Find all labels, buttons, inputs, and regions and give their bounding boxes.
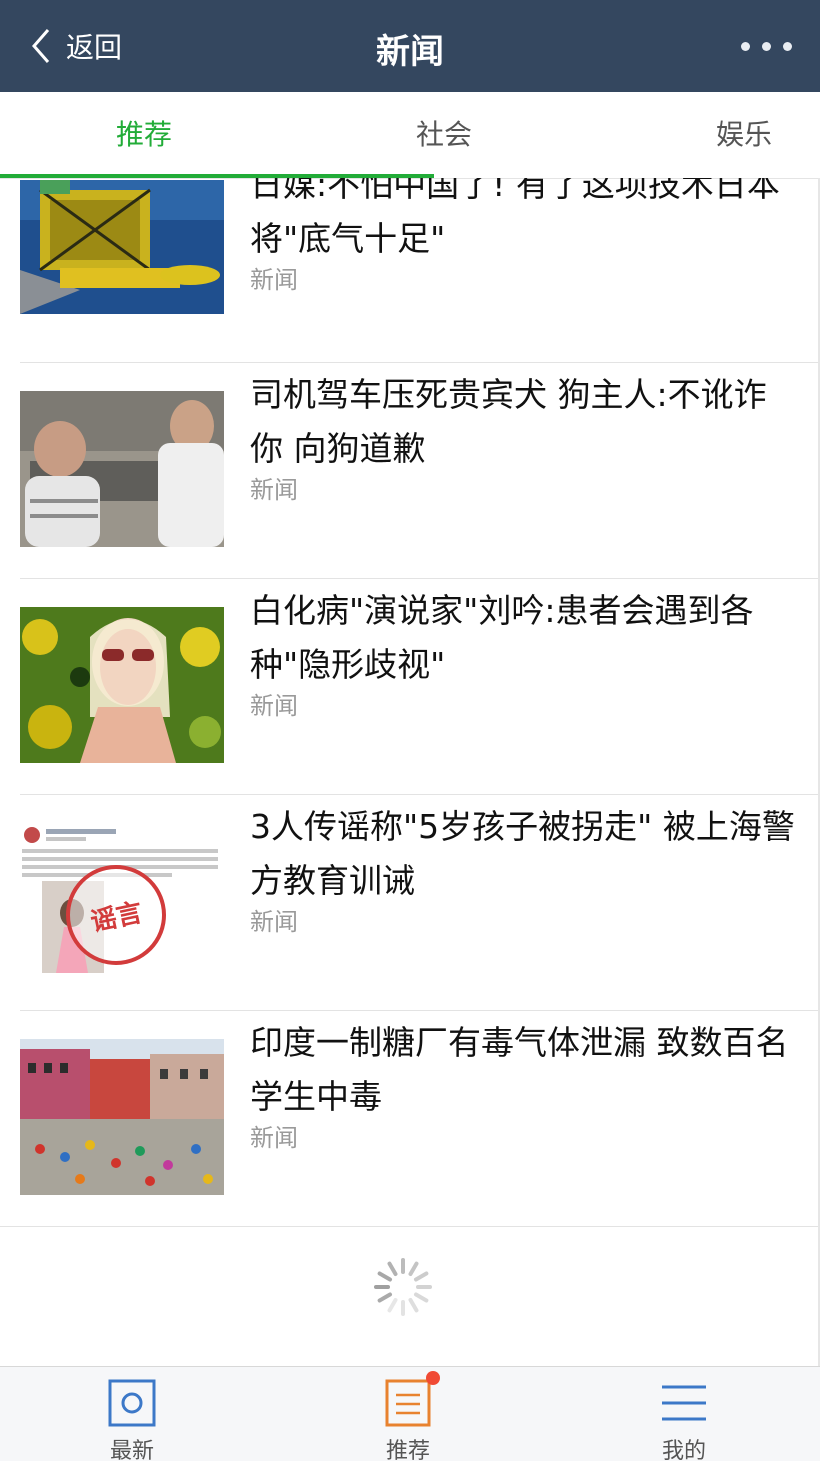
notification-badge — [426, 1371, 440, 1385]
news-thumbnail — [20, 391, 224, 547]
divider — [0, 1226, 818, 1227]
news-thumbnail — [20, 180, 224, 314]
news-item[interactable]: 谣言 3人传谣称"5岁孩子被拐走" 被上海警方教育训诫 新闻 — [0, 795, 818, 1011]
page-title: 新闻 — [376, 32, 444, 72]
menu-lines-icon — [662, 1385, 706, 1421]
news-item[interactable]: 司机驾车压死贵宾犬 狗主人:不讹诈你 向狗道歉 新闻 — [0, 363, 818, 579]
news-thumbnail: 谣言 — [20, 823, 224, 979]
nav-latest[interactable]: 最新 — [72, 1367, 192, 1464]
news-headline: 3人传谣称"5岁孩子被拐走" 被上海警方教育训诫 — [250, 807, 795, 900]
news-source: 新闻 — [250, 1124, 298, 1152]
news-source: 新闻 — [250, 476, 298, 504]
category-tabs: 推荐 社会 娱乐 — [0, 92, 820, 179]
news-headline: 白化病"演说家"刘吟:患者会遇到各种"隐形歧视" — [250, 591, 754, 684]
news-source: 新闻 — [250, 908, 298, 936]
nav-recommend-label: 推荐 — [385, 1439, 430, 1464]
tab-recommend[interactable]: 推荐 — [44, 92, 244, 178]
news-thumbnail — [20, 607, 224, 763]
news-item[interactable]: 日媒:不怕中国了! 有了这项技术日本将"底气十足" 新闻 — [0, 178, 818, 374]
news-headline: 日媒:不怕中国了! 有了这项技术日本将"底气十足" — [250, 178, 780, 258]
recommend-icon — [385, 1379, 431, 1427]
news-list[interactable]: 日媒:不怕中国了! 有了这项技术日本将"底气十足" 新闻 司机驾车压死贵宾犬 狗… — [0, 178, 820, 1366]
news-source: 新闻 — [250, 692, 298, 720]
news-headline: 印度一制糖厂有毒气体泄漏 致数百名学生中毒 — [250, 1023, 789, 1116]
tab-entertainment[interactable]: 娱乐 — [644, 92, 820, 178]
nav-mine-label: 我的 — [661, 1439, 706, 1464]
nav-latest-label: 最新 — [109, 1439, 154, 1464]
nav-recommend[interactable]: 推荐 — [348, 1367, 468, 1464]
news-thumbnail — [20, 1039, 224, 1195]
more-dots-icon[interactable] — [741, 42, 792, 51]
loading-spinner-icon — [374, 1258, 432, 1316]
news-item[interactable]: 白化病"演说家"刘吟:患者会遇到各种"隐形歧视" 新闻 — [0, 579, 818, 795]
latest-icon — [108, 1379, 156, 1427]
nav-mine[interactable]: 我的 — [624, 1367, 744, 1464]
bottom-nav: 最新 推荐 我的 — [0, 1366, 820, 1464]
top-bar: 返回 新闻 — [0, 0, 820, 92]
rumor-stamp-text: 谣言 — [87, 897, 146, 938]
news-source: 新闻 — [250, 266, 298, 294]
news-headline: 司机驾车压死贵宾犬 狗主人:不讹诈你 向狗道歉 — [250, 375, 767, 468]
news-item[interactable]: 印度一制糖厂有毒气体泄漏 致数百名学生中毒 新闻 — [0, 1011, 818, 1227]
tab-society[interactable]: 社会 — [344, 92, 544, 178]
